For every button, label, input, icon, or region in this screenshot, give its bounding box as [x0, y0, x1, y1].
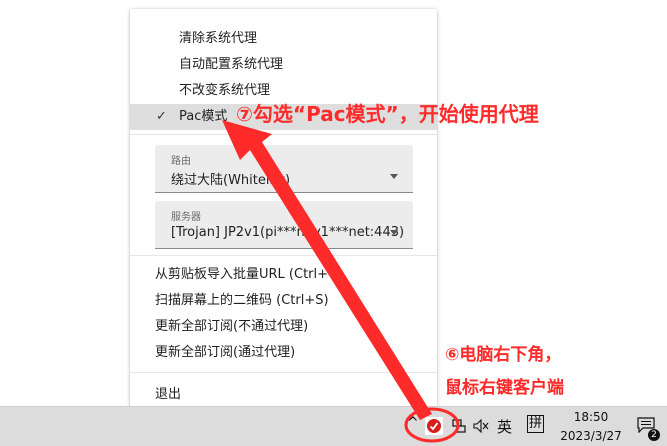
proxy-client-tray-icon[interactable]: [425, 417, 443, 435]
route-dropdown[interactable]: 路由 绕过大陆(Whitelist): [155, 145, 413, 193]
annotation-step6-line1: ⑥电脑右下角，: [445, 345, 562, 365]
menu-item-label: 扫描屏幕上的二维码 (Ctrl+S): [155, 293, 329, 308]
clock-time[interactable]: 18:50: [571, 410, 611, 424]
show-hidden-icons-chevron-icon[interactable]: ^: [407, 415, 419, 431]
menu-divider: [130, 372, 437, 373]
menu-item-scan-qr[interactable]: 扫描屏幕上的二维码 (Ctrl+S): [130, 288, 437, 314]
menu-item-label: 从剪贴板导入批量URL (Ctrl+V): [155, 267, 342, 282]
route-value: 绕过大陆(Whitelist): [171, 173, 291, 188]
tray-context-menu: 清除系统代理 自动配置系统代理 不改变系统代理 ✓ Pac模式 路由 绕过大陆(…: [130, 9, 437, 408]
ime-mode-indicator[interactable]: 拼: [527, 415, 545, 433]
clock-date[interactable]: 2023/3/27: [558, 429, 624, 443]
annotation-step7: ⑦勾选“Pac模式”，开始使用代理: [236, 102, 539, 126]
notification-count-badge: 2: [648, 429, 660, 441]
menu-item-label: 自动配置系统代理: [179, 57, 284, 72]
checkmark-icon: ✓: [156, 109, 167, 124]
network-icon[interactable]: [452, 419, 466, 433]
server-dropdown[interactable]: 服务器 [Trojan] JP2v1(pi***n2v1***net:443): [155, 201, 413, 249]
ime-language-indicator[interactable]: 英: [497, 416, 512, 437]
route-caption: 路由: [171, 156, 191, 167]
taskbar: ^ 英 拼 18:50 2023/3/27 2: [0, 406, 667, 446]
menu-item-auto-config-proxy[interactable]: 自动配置系统代理: [130, 52, 437, 78]
menu-item-label: Pac模式: [179, 109, 228, 124]
chevron-down-icon: [390, 230, 398, 235]
server-caption: 服务器: [171, 212, 201, 223]
server-value: [Trojan] JP2v1(pi***n2v1***net:443): [171, 225, 405, 240]
annotation-step6-line2: 鼠标右键客户端: [445, 378, 564, 398]
menu-item-clear-system-proxy[interactable]: 清除系统代理: [130, 26, 437, 52]
menu-item-label: 退出: [155, 387, 182, 402]
menu-item-label: 更新全部订阅(不通过代理): [155, 319, 309, 334]
speaker-muted-icon[interactable]: [473, 419, 489, 433]
menu-item-exit[interactable]: 退出: [130, 382, 437, 408]
menu-item-label: 清除系统代理: [179, 31, 258, 46]
menu-divider: [130, 134, 437, 135]
menu-divider: [130, 255, 437, 256]
chevron-down-icon: [390, 174, 398, 179]
screen: 清除系统代理 自动配置系统代理 不改变系统代理 ✓ Pac模式 路由 绕过大陆(…: [0, 0, 667, 446]
menu-item-label: 不改变系统代理: [179, 83, 271, 98]
menu-item-update-subs-direct[interactable]: 更新全部订阅(不通过代理): [130, 314, 437, 340]
menu-item-import-clipboard[interactable]: 从剪贴板导入批量URL (Ctrl+V): [130, 262, 437, 288]
menu-item-update-subs-proxy[interactable]: 更新全部订阅(通过代理): [130, 340, 437, 366]
menu-item-label: 更新全部订阅(通过代理): [155, 345, 296, 360]
